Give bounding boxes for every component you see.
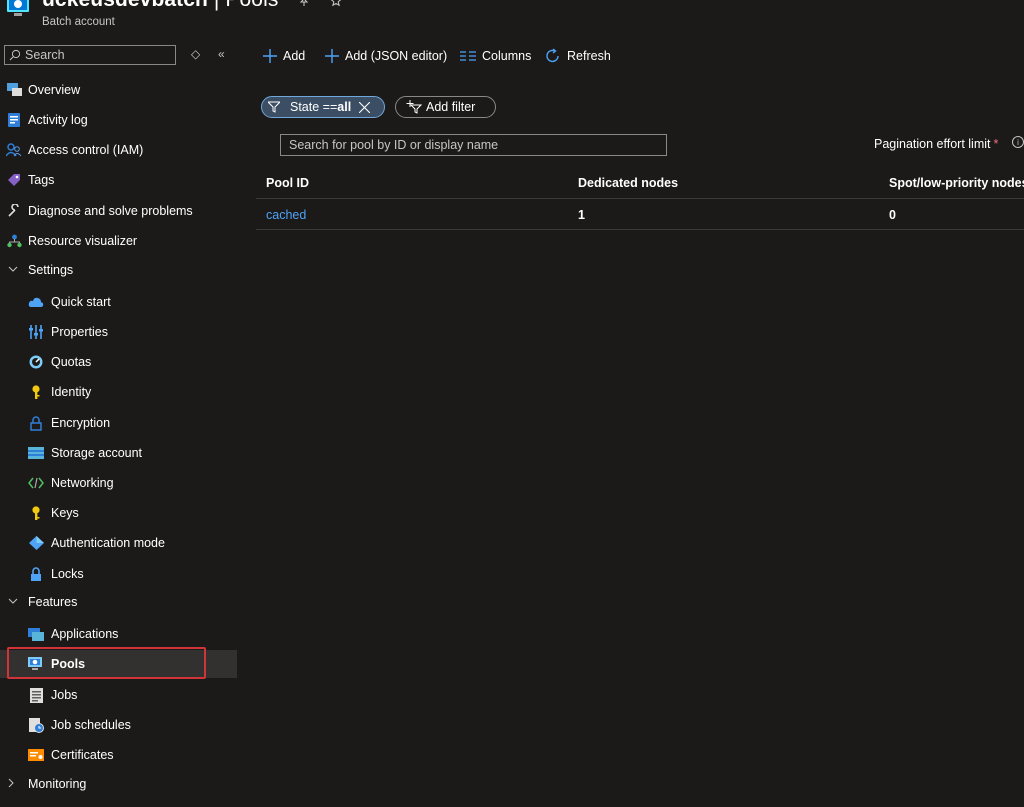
- sidebar-item-activity-log[interactable]: Activity log: [0, 106, 237, 134]
- plus-icon: [263, 49, 277, 63]
- add-button[interactable]: Add: [263, 47, 305, 65]
- pin-icon[interactable]: [298, 0, 310, 10]
- sidebar-item-encryption[interactable]: Encryption: [0, 409, 237, 437]
- search-icon: [9, 49, 21, 61]
- sidebar-item-certificates[interactable]: Certificates: [0, 741, 237, 769]
- add-filter-button[interactable]: Add filter: [395, 96, 496, 118]
- columns-icon: [460, 51, 476, 61]
- sidebar-item-overview[interactable]: Overview: [0, 76, 237, 104]
- dedicated-nodes-cell: 1: [578, 208, 585, 222]
- sidebar-search[interactable]: [4, 45, 176, 65]
- sidebar-item-identity[interactable]: Identity: [0, 378, 237, 406]
- lock-icon: [28, 566, 44, 582]
- chevron-right-icon: [8, 778, 15, 791]
- favorite-star-icon[interactable]: [330, 0, 342, 10]
- more-options-button[interactable]: ···: [360, 0, 374, 6]
- people-icon: [6, 142, 22, 158]
- sidebar-item-jobs[interactable]: Jobs: [0, 681, 237, 709]
- sidebar-item-quick-start[interactable]: Quick start: [0, 288, 237, 316]
- sidebar-item-keys[interactable]: Keys: [0, 499, 237, 527]
- state-filter-value: all: [337, 100, 352, 114]
- cloud-icon: [28, 294, 44, 310]
- pool-id-link[interactable]: cached: [266, 208, 306, 222]
- chevron-down-icon: [8, 265, 18, 276]
- expand-menu-icon[interactable]: ◇: [191, 47, 200, 61]
- sidebar-item-properties[interactable]: Properties: [0, 318, 237, 346]
- sidebar-item-applications[interactable]: Applications: [0, 620, 237, 648]
- title-separator: |: [208, 0, 225, 11]
- selection-highlight: [7, 647, 206, 679]
- page-title: uckeusdevbatch | Pools: [42, 0, 278, 12]
- spot-nodes-cell: 0: [889, 208, 896, 222]
- column-header-pool-id[interactable]: Pool ID: [266, 176, 309, 190]
- resource-name: uckeusdevbatch: [42, 0, 208, 11]
- state-filter-key: State ==: [290, 100, 338, 114]
- sidebar-item-authentication-mode[interactable]: Authentication mode: [0, 529, 237, 557]
- info-icon[interactable]: i: [1012, 136, 1024, 148]
- jobs-icon: [28, 687, 44, 703]
- job-schedule-icon: [28, 717, 44, 733]
- overview-icon: [6, 82, 22, 98]
- collapse-sidebar-icon[interactable]: «: [218, 47, 225, 61]
- header-divider: [256, 198, 1024, 199]
- sidebar-item-job-schedules[interactable]: Job schedules: [0, 711, 237, 739]
- wrench-icon: [6, 203, 22, 219]
- row-divider: [256, 229, 1024, 230]
- sidebar-search-input[interactable]: [21, 47, 167, 63]
- sidebar-item-tags[interactable]: Tags: [0, 166, 237, 194]
- columns-button[interactable]: Columns: [460, 47, 531, 65]
- sliders-icon: [28, 324, 44, 340]
- column-header-spot-nodes[interactable]: Spot/low-priority nodes: [889, 176, 1024, 190]
- gauge-icon: [28, 354, 44, 370]
- sidebar-group-features[interactable]: Features: [0, 588, 237, 616]
- certificate-icon: [28, 747, 44, 763]
- sidebar-group-monitoring[interactable]: Monitoring: [0, 770, 237, 798]
- plus-icon: [325, 49, 339, 63]
- close-icon[interactable]: [359, 101, 371, 113]
- network-icon: [28, 475, 44, 491]
- filter-icon: [268, 101, 280, 113]
- required-indicator: *: [993, 137, 999, 151]
- sidebar-item-access-control[interactable]: Access control (IAM): [0, 136, 237, 164]
- hierarchy-icon: [6, 233, 22, 249]
- activity-log-icon: [6, 112, 22, 128]
- storage-icon: [28, 445, 44, 461]
- sidebar-item-storage-account[interactable]: Storage account: [0, 439, 237, 467]
- tag-icon: [6, 172, 22, 188]
- sidebar-group-settings[interactable]: Settings: [0, 256, 237, 284]
- diamond-icon: [28, 535, 44, 551]
- sidebar-item-networking[interactable]: Networking: [0, 469, 237, 497]
- refresh-button[interactable]: Refresh: [545, 47, 611, 65]
- column-header-dedicated-nodes[interactable]: Dedicated nodes: [578, 176, 678, 190]
- blade-name: Pools: [225, 0, 278, 11]
- pagination-effort-limit: Pagination effort limit * i: [874, 136, 1024, 151]
- pool-search-input[interactable]: [280, 134, 667, 156]
- sidebar-item-diagnose[interactable]: Diagnose and solve problems: [0, 197, 237, 225]
- sidebar-item-quotas[interactable]: Quotas: [0, 348, 237, 376]
- refresh-icon: [545, 48, 561, 64]
- sidebar-item-locks[interactable]: Locks: [0, 560, 237, 588]
- lock-outline-icon: [28, 415, 44, 431]
- sidebar-item-resource-visualizer[interactable]: Resource visualizer: [0, 227, 237, 255]
- key-person-icon: [28, 384, 44, 400]
- chevron-down-icon: [8, 597, 18, 608]
- add-filter-icon: [406, 100, 422, 114]
- resource-type-subtitle: Batch account: [42, 16, 115, 28]
- key-icon: [28, 505, 44, 521]
- applications-icon: [28, 626, 44, 642]
- add-json-editor-button[interactable]: Add (JSON editor): [325, 47, 447, 65]
- batch-account-icon: [6, 0, 32, 20]
- state-filter-pill[interactable]: State == all: [261, 96, 385, 118]
